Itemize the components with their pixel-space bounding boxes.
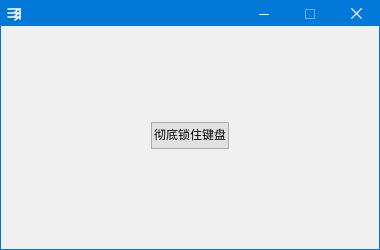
app-logo-icon[interactable] (6, 5, 23, 22)
app-window: 彻底锁住键盘 (0, 0, 380, 250)
title-bar[interactable] (1, 1, 379, 26)
lock-keyboard-button[interactable]: 彻底锁住键盘 (151, 122, 229, 149)
maximize-button[interactable] (287, 1, 333, 26)
client-area: 彻底锁住键盘 (1, 26, 379, 249)
close-icon (350, 8, 362, 19)
minimize-icon (259, 13, 269, 15)
close-button[interactable] (333, 1, 379, 26)
maximize-icon (305, 8, 315, 19)
minimize-button[interactable] (241, 1, 287, 26)
